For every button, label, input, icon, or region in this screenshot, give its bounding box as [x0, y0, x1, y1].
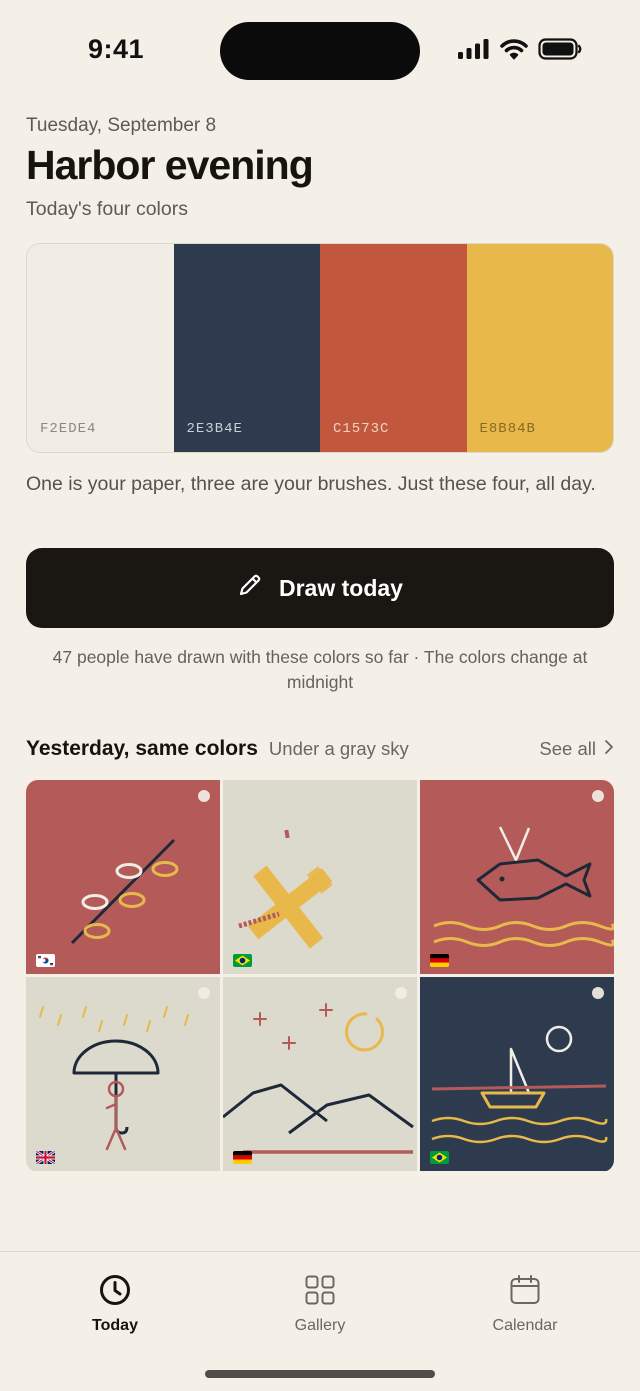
- tab-today[interactable]: Today: [45, 1274, 185, 1335]
- pencil-icon: [237, 572, 263, 604]
- tab-gallery[interactable]: Gallery: [250, 1274, 390, 1335]
- umbrella-person-drawing: [39, 1006, 189, 1151]
- calendar-icon: [509, 1274, 541, 1311]
- see-all-label: See all: [539, 738, 596, 759]
- hills-drawing: [223, 1003, 414, 1154]
- flag-germany-icon: [430, 954, 449, 967]
- draw-today-button[interactable]: Draw today: [26, 548, 614, 628]
- status-bar: 9:41: [0, 0, 640, 100]
- participation-note: 47 people have drawn with these colors s…: [52, 647, 588, 692]
- status-icons: [458, 38, 582, 65]
- wifi-icon: [500, 38, 528, 65]
- drawing-tile[interactable]: [26, 977, 220, 1171]
- status-time: 9:41: [88, 34, 145, 64]
- grid-icon: [304, 1274, 336, 1311]
- clock-icon: [99, 1274, 131, 1311]
- rings-on-a-line-drawing: [70, 838, 179, 945]
- color-swatch-navy: 2E3B4E: [173, 244, 320, 452]
- tab-gallery-label: Gallery: [294, 1317, 346, 1334]
- section-title: Yesterday, same colors: [26, 737, 258, 760]
- status-dot: [198, 987, 210, 999]
- cellular-signal-icon: [458, 39, 490, 64]
- swatch-hex-code: F2EDE4: [40, 421, 97, 437]
- drawing-tile[interactable]: [223, 977, 417, 1171]
- flag-brazil-icon: [430, 1151, 449, 1164]
- page-title: Harbor evening: [26, 142, 314, 188]
- airplane-drawing: [238, 829, 333, 949]
- yesterday-section-header: Yesterday, same colors Under a gray sky …: [26, 737, 614, 761]
- palette-description: One is your paper, three are your brushe…: [26, 473, 596, 495]
- tab-calendar[interactable]: Calendar: [455, 1274, 595, 1335]
- drawing-tile[interactable]: [223, 780, 417, 974]
- section-subtitle: Under a gray sky: [268, 738, 409, 759]
- chevron-right-icon: [604, 738, 614, 760]
- drawing-tile[interactable]: [420, 977, 614, 1171]
- status-dot: [395, 987, 407, 999]
- color-palette: F2EDE4 2E3B4E C1573C E8B84B: [26, 243, 614, 453]
- color-swatch-rust: C1573C: [320, 244, 467, 452]
- tab-today-label: Today: [92, 1317, 138, 1334]
- status-dot: [198, 790, 210, 802]
- flag-south-korea-icon: [36, 954, 55, 967]
- flag-brazil-icon: [233, 954, 252, 967]
- swatch-hex-code: C1573C: [333, 421, 390, 437]
- battery-icon: [538, 38, 582, 65]
- swatch-hex-code: E8B84B: [479, 421, 536, 437]
- tab-calendar-label: Calendar: [492, 1317, 558, 1334]
- color-swatch-mustard: E8B84B: [466, 244, 613, 452]
- drawing-tile[interactable]: [420, 780, 614, 974]
- flag-germany-icon: [233, 1151, 252, 1164]
- sailboat-drawing: [431, 1025, 608, 1144]
- dynamic-island: [220, 22, 420, 80]
- page-subtitle: Today's four colors: [26, 198, 188, 220]
- status-dot: [592, 790, 604, 802]
- current-date: Tuesday, September 8: [26, 115, 217, 136]
- drawings-grid: [26, 780, 614, 1172]
- swatch-hex-code: 2E3B4E: [186, 421, 243, 437]
- see-all-link[interactable]: See all: [539, 738, 614, 760]
- status-dot: [592, 987, 604, 999]
- color-swatch-paper: F2EDE4: [27, 244, 174, 452]
- whale-drawing: [433, 826, 614, 947]
- drawing-tile[interactable]: [26, 780, 220, 974]
- home-indicator[interactable]: [205, 1370, 435, 1378]
- draw-today-label: Draw today: [279, 574, 403, 601]
- flag-united-kingdom-icon: [36, 1151, 55, 1164]
